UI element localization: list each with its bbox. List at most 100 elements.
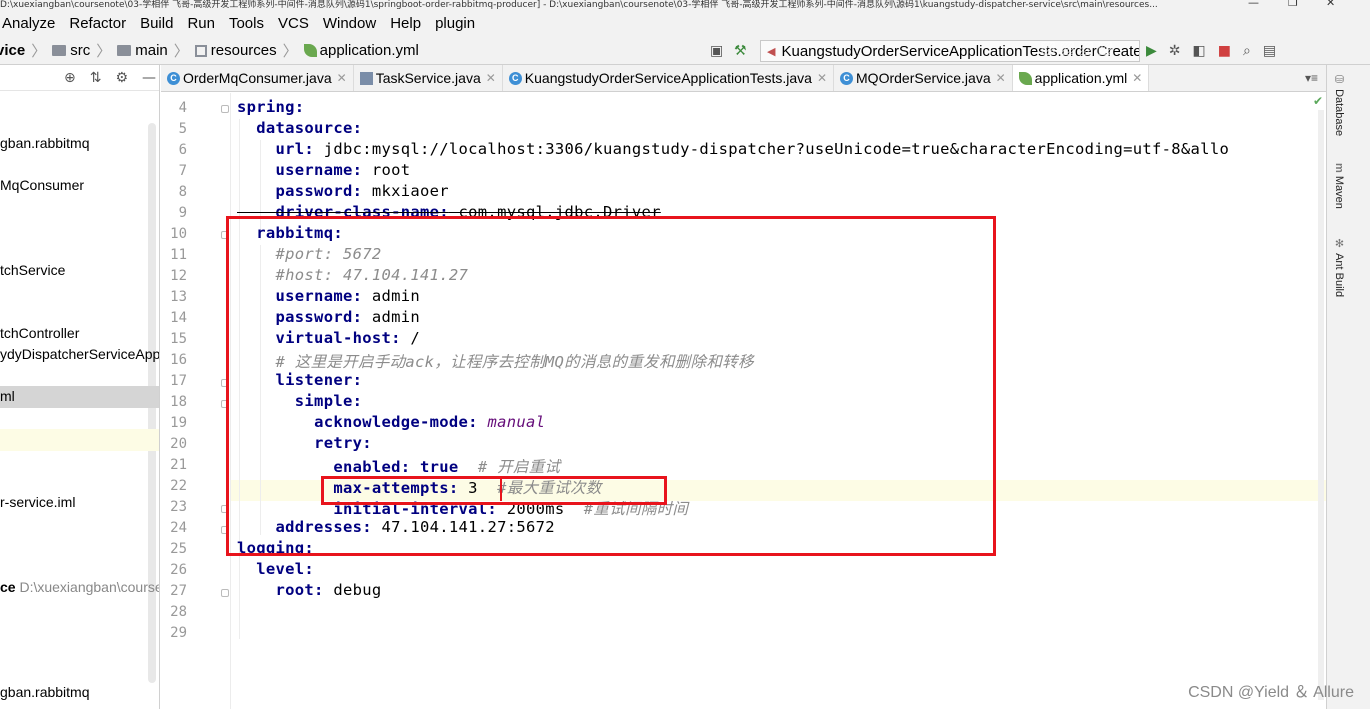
tab-taskservice[interactable]: TaskService.java ✕ <box>354 65 503 91</box>
menu-window[interactable]: Window <box>323 15 376 32</box>
breadcrumb-src-label: src <box>70 42 91 59</box>
restore-icon[interactable]: ❐ <box>1288 0 1298 9</box>
terminal-icon[interactable]: ▣ <box>710 43 723 59</box>
minimize-icon[interactable]: — <box>1248 0 1259 9</box>
project-structure-icon[interactable]: ▤ <box>1263 43 1276 59</box>
close-tab-icon[interactable]: ✕ <box>337 71 347 85</box>
menu-vcs[interactable]: VCS <box>278 15 309 32</box>
line-number: 27 <box>170 583 187 599</box>
project-toolbar: ⊕ ⇅ ⚙ — <box>0 65 159 91</box>
code-line-26: level: <box>237 560 314 578</box>
tab-application-yml[interactable]: application.yml ✕ <box>1012 65 1150 91</box>
breadcrumb-resources[interactable]: resources 〉 <box>194 40 298 61</box>
coverage-icon[interactable]: ◧ <box>1193 43 1206 59</box>
inspection-ok-icon[interactable]: ✔ <box>1313 94 1323 108</box>
fold-marker-icon[interactable] <box>221 105 229 113</box>
menu-help[interactable]: Help <box>390 15 421 32</box>
line-number: 7 <box>178 163 187 179</box>
yaml-value: jdbc:mysql://localhost:3306/kuangstudy-d… <box>314 140 1230 158</box>
tree-item[interactable]: ydyDispatcherServiceApplic <box>0 346 159 362</box>
close-tab-icon[interactable]: ✕ <box>996 71 1006 85</box>
tree-item[interactable]: r-service.iml <box>0 494 75 510</box>
tab-kuangstudy-tests[interactable]: C KuangstudyOrderServiceApplicationTests.… <box>503 65 835 91</box>
tab-ordermqconsumer[interactable]: C OrderMqConsumer.java ✕ <box>161 65 354 91</box>
folder-icon <box>52 45 67 56</box>
tab-list-icon[interactable]: ▾≡ <box>1297 65 1326 91</box>
menu-plugin[interactable]: plugin <box>435 15 475 32</box>
run-icon[interactable]: ▶ <box>1146 43 1157 59</box>
tree-item[interactable]: tchService <box>0 262 65 278</box>
run-toolbar: ▣ ⚒ ◀ KuangstudyOrderServiceApplicationT… <box>700 37 1370 65</box>
editor-tabs: C OrderMqConsumer.java ✕ TaskService.java ✕… <box>161 65 1326 92</box>
line-number: 11 <box>170 247 187 263</box>
line-number: 13 <box>170 289 187 305</box>
tab-mqorderservice[interactable]: C MQOrderService.java ✕ <box>834 65 1013 91</box>
editor-scrollbar[interactable] <box>1318 110 1324 700</box>
stop-icon[interactable]: ■ <box>1218 43 1231 59</box>
yaml-key: spring: <box>237 98 305 116</box>
task-icon <box>359 71 373 85</box>
tool-database-label: Database <box>1333 89 1345 137</box>
chevron-right-icon: 〉 <box>31 43 47 60</box>
test-config-icon: ◀ <box>767 45 776 58</box>
locate-icon[interactable]: ⊕ <box>64 70 76 86</box>
close-tab-icon[interactable]: ✕ <box>486 71 496 85</box>
tree-item[interactable]: tchController <box>0 325 79 341</box>
menu-tools[interactable]: Tools <box>229 15 264 32</box>
yaml-icon <box>303 44 317 57</box>
line-number: 20 <box>170 436 187 452</box>
build-hammer-icon[interactable]: ⚒ <box>734 43 747 59</box>
line-number: 12 <box>170 268 187 284</box>
breadcrumb-src[interactable]: src 〉 <box>52 40 111 61</box>
menu-build[interactable]: Build <box>140 15 173 32</box>
chevron-right-icon: 〉 <box>173 43 189 60</box>
breadcrumb-file[interactable]: application.yml <box>303 42 419 59</box>
tool-ant-build-label: Ant Build <box>1333 253 1345 298</box>
tree-item[interactable]: gban.rabbitmq <box>0 135 90 151</box>
breadcrumb-main[interactable]: main 〉 <box>117 40 189 61</box>
tree-item[interactable]: ce D:\xuexiangban\course <box>0 579 159 595</box>
code-line-6: url: jdbc:mysql://localhost:3306/kuangst… <box>237 140 1229 158</box>
menu-run[interactable]: Run <box>187 15 215 32</box>
tree-item[interactable]: ml <box>0 388 15 404</box>
search-everywhere-icon[interactable]: ⌕ <box>1243 43 1251 59</box>
line-number: 28 <box>170 604 187 620</box>
yaml-key: username: <box>275 161 363 179</box>
debug-icon[interactable]: ✲ <box>1169 43 1181 59</box>
tab-label: OrderMqConsumer.java <box>183 70 332 86</box>
class-icon: C <box>167 71 180 85</box>
menu-refactor[interactable]: Refactor <box>69 15 126 32</box>
chevron-right-icon: 〉 <box>282 43 298 60</box>
line-number: 10 <box>170 226 187 242</box>
tool-database[interactable]: ⛁ Database <box>1333 73 1346 136</box>
menu-analyze[interactable]: Analyze <box>2 15 55 32</box>
class-icon: C <box>508 71 522 85</box>
code-line-27: root: debug <box>237 581 382 599</box>
line-number: 19 <box>170 415 187 431</box>
chevron-right-icon: 〉 <box>96 43 112 60</box>
close-window-icon[interactable]: ✕ <box>1326 0 1335 9</box>
line-number: 5 <box>178 121 187 137</box>
yaml-key: url: <box>275 140 315 158</box>
menu-bar: Analyze Refactor Build Run Tools VCS Win… <box>0 9 1370 37</box>
gear-icon[interactable]: ⚙ <box>115 70 128 86</box>
tool-maven[interactable]: m Maven <box>1333 163 1345 209</box>
tab-label: MQOrderService.java <box>856 70 991 86</box>
breadcrumb-module[interactable]: vice 〉 <box>0 40 46 61</box>
folder-icon <box>117 45 132 56</box>
yaml-key: password: <box>275 182 363 200</box>
selected-tree-row <box>0 386 159 408</box>
tool-ant-build[interactable]: ✻ Ant Build <box>1333 237 1346 297</box>
line-number: 8 <box>178 184 187 200</box>
line-number: 6 <box>178 142 187 158</box>
tree-item[interactable]: gban.rabbitmq <box>0 684 90 700</box>
tree-item[interactable]: MqConsumer <box>0 177 84 193</box>
hide-icon[interactable]: — <box>142 70 156 86</box>
tab-label: KuangstudyOrderServiceApplicationTests.j… <box>524 70 812 86</box>
close-tab-icon[interactable]: ✕ <box>1132 71 1142 85</box>
maven-icon: m <box>1333 163 1345 176</box>
fold-marker-icon[interactable] <box>221 589 229 597</box>
close-tab-icon[interactable]: ✕ <box>817 71 827 85</box>
yaml-key: root: <box>275 581 324 599</box>
collapse-all-icon[interactable]: ⇅ <box>90 70 102 86</box>
